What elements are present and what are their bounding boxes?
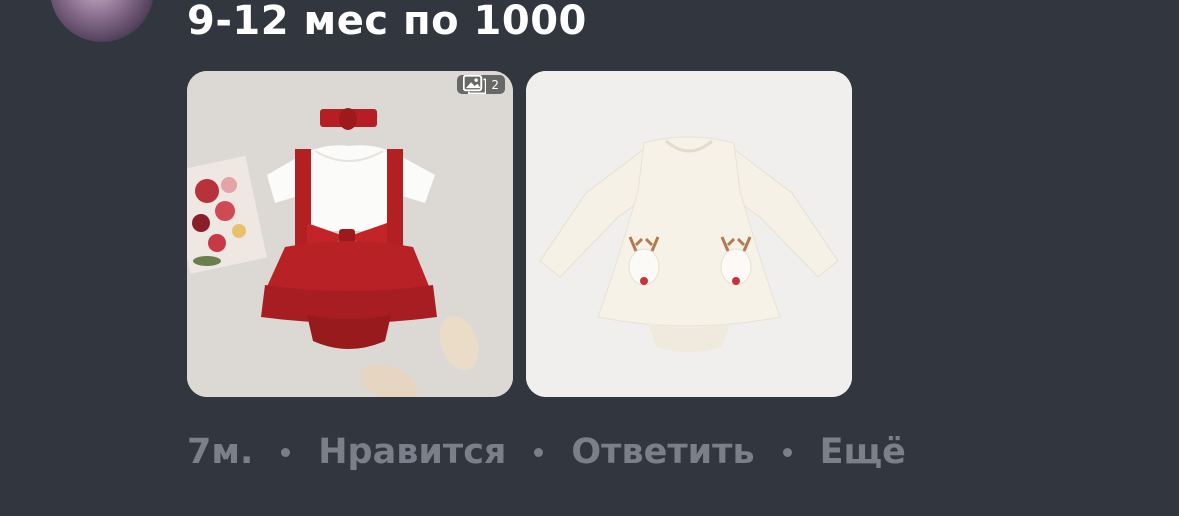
reindeer-bodysuit-image (526, 71, 852, 397)
comment-text: 9-12 мес по 1000 (187, 0, 587, 44)
separator-dot (281, 447, 291, 457)
gallery-icon (462, 75, 487, 94)
attachment-photo-1[interactable]: 2 (187, 71, 513, 397)
photo-count-badge: 2 (456, 75, 505, 94)
red-dress-image (187, 71, 513, 397)
reply-button[interactable]: Ответить (571, 432, 754, 472)
separator-dot (782, 447, 792, 457)
attachment-photo-2[interactable] (526, 71, 852, 397)
like-button[interactable]: Нравится (318, 432, 506, 472)
comment-item: 9-12 мес по 1000 2 7м. Нравится Ответить… (0, 0, 1179, 516)
comment-time: 7м. (187, 432, 254, 472)
separator-dot (534, 447, 544, 457)
photo-count: 2 (491, 77, 499, 92)
avatar[interactable] (50, 0, 154, 42)
comment-actions: 7м. Нравится Ответить Ещё (187, 432, 906, 472)
more-button[interactable]: Ещё (820, 432, 906, 472)
